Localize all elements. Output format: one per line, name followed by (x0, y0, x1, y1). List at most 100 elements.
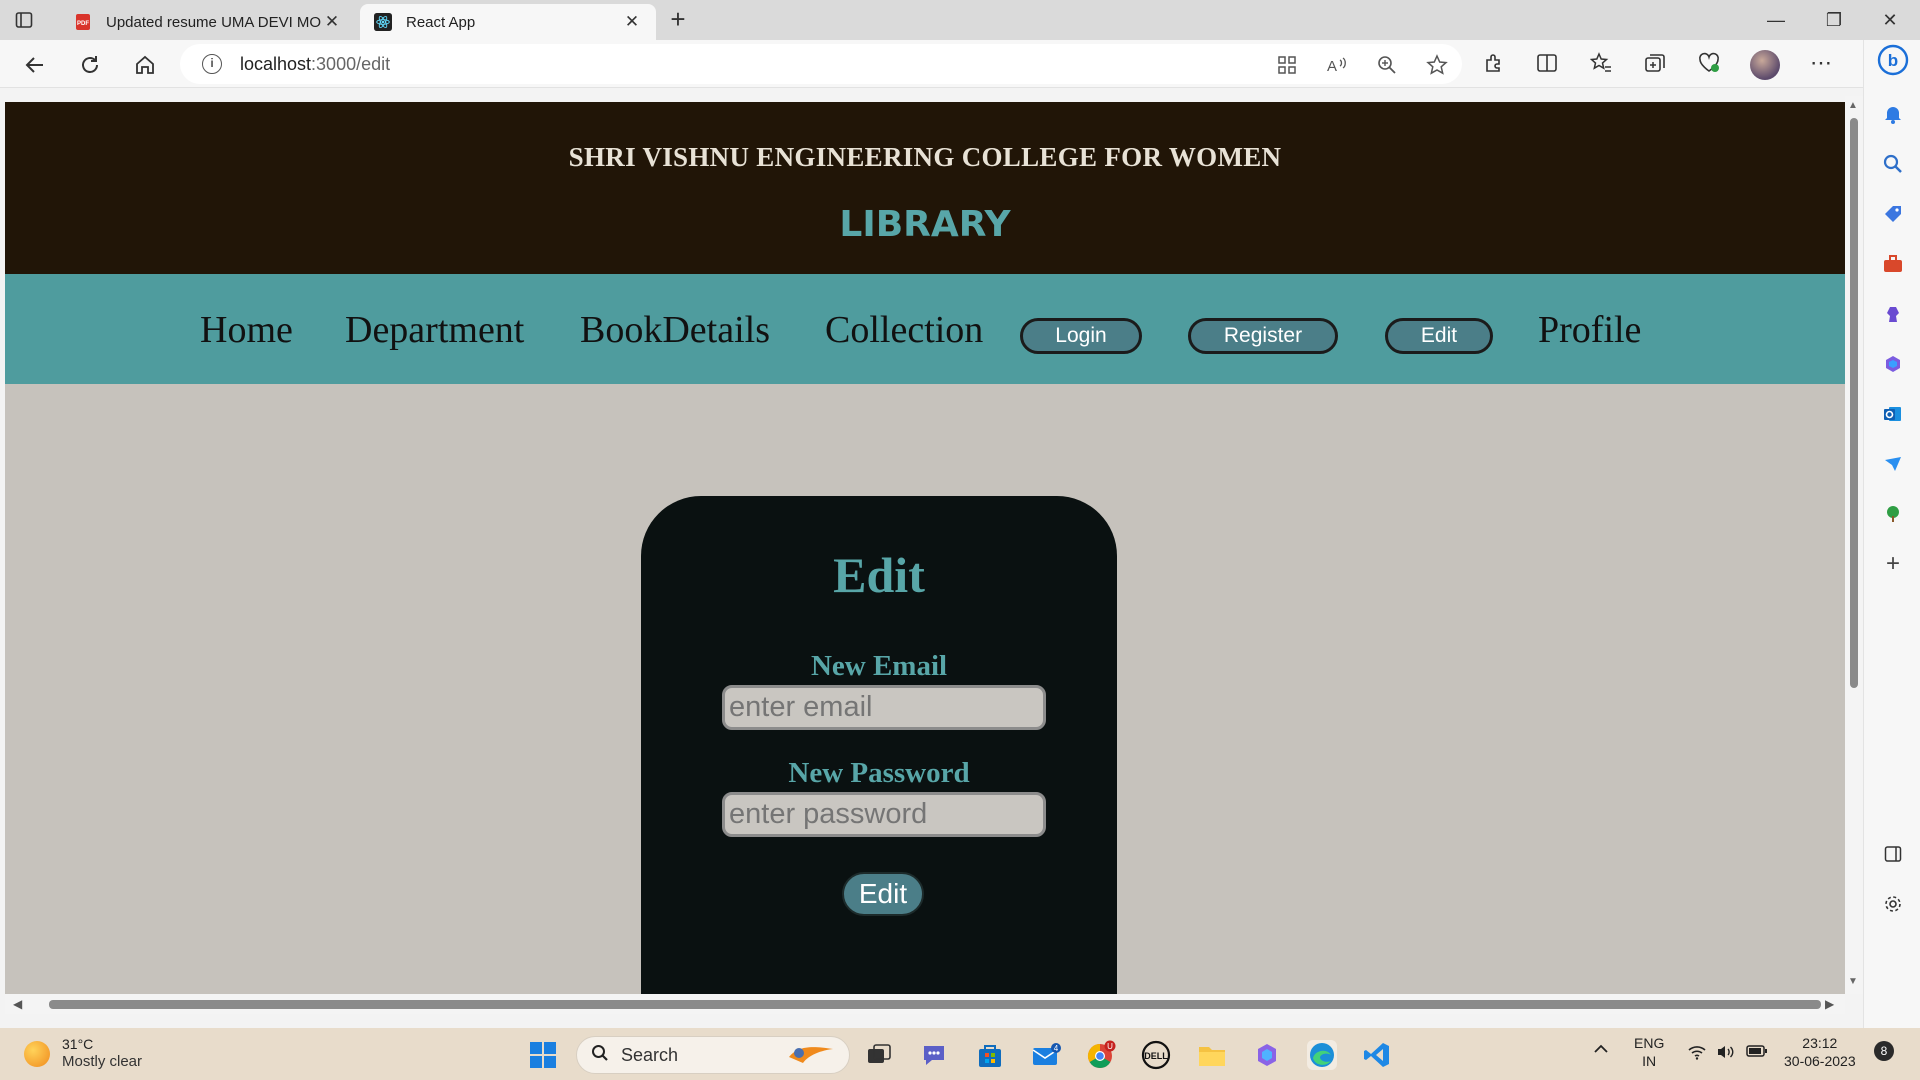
back-icon[interactable] (20, 50, 50, 80)
chrome-icon[interactable]: U (1086, 1040, 1116, 1070)
tab-title: Updated resume UMA DEVI MOHANTY (106, 13, 322, 31)
games-icon[interactable] (1881, 302, 1905, 326)
battery-icon[interactable] (1746, 1044, 1768, 1062)
nav-collection[interactable]: Collection (825, 308, 983, 352)
address-toolbar: i localhost:3000/edit A ⋯ (0, 40, 1920, 88)
edge-icon[interactable] (1307, 1040, 1337, 1070)
tree-icon[interactable] (1881, 502, 1905, 526)
nav-login-button[interactable]: Login (1020, 318, 1142, 354)
search-icon[interactable] (1881, 152, 1905, 176)
file-explorer-icon[interactable] (1197, 1040, 1227, 1070)
svg-text:U: U (1107, 1042, 1113, 1051)
nav-register-button[interactable]: Register (1188, 318, 1338, 354)
drop-send-icon[interactable] (1881, 452, 1905, 476)
site-info-icon[interactable]: i (202, 54, 222, 74)
favorite-star-icon[interactable] (1424, 52, 1450, 78)
zoom-icon[interactable] (1374, 52, 1400, 78)
url-text: localhost:3000/edit (240, 53, 391, 74)
svg-text:PDF: PDF (77, 21, 89, 27)
vertical-scrollbar[interactable]: ▲ ▼ (1845, 96, 1863, 994)
react-icon (374, 13, 392, 31)
search-label: Search (621, 1044, 679, 1065)
windows-start-icon[interactable] (528, 1040, 558, 1070)
split-screen-icon[interactable] (1534, 50, 1560, 76)
password-field[interactable] (722, 792, 1046, 837)
minimize-icon[interactable]: — (1748, 0, 1804, 40)
dell-icon[interactable]: DELL (1141, 1040, 1171, 1070)
favorites-icon[interactable] (1588, 50, 1614, 76)
notification-badge[interactable]: 8 (1874, 1041, 1894, 1061)
scroll-up-icon[interactable]: ▲ (1848, 100, 1858, 111)
scroll-down-icon[interactable]: ▼ (1848, 976, 1858, 987)
weather-widget[interactable]: 31°C Mostly clear (24, 1036, 142, 1071)
close-tab-icon[interactable]: ✕ (622, 12, 642, 32)
edit-form-card: Edit New Email New Password Edit (641, 496, 1117, 994)
windows-taskbar: 31°C Mostly clear Search 4 U DELL ENG IN… (0, 1028, 1920, 1080)
home-icon[interactable] (130, 50, 160, 80)
tab-title: React App (406, 13, 476, 31)
horizontal-scroll-thumb[interactable] (49, 1000, 1821, 1009)
task-view-icon[interactable] (864, 1040, 894, 1070)
restore-icon[interactable]: ❐ (1806, 0, 1862, 40)
shopping-tag-icon[interactable] (1881, 202, 1905, 226)
copilot-app-icon[interactable] (1252, 1040, 1282, 1070)
more-options-icon[interactable]: ⋯ (1808, 50, 1834, 76)
weather-temp: 31°C (62, 1036, 94, 1052)
email-label: New Email (810, 650, 948, 682)
extensions-icon[interactable] (1480, 50, 1506, 76)
store-icon[interactable] (975, 1040, 1005, 1070)
profile-avatar[interactable] (1750, 50, 1780, 80)
vertical-scroll-thumb[interactable] (1850, 118, 1858, 688)
close-tab-icon[interactable]: ✕ (322, 12, 342, 32)
password-label: New Password (788, 757, 970, 789)
email-field[interactable] (722, 685, 1046, 730)
tab-resume[interactable]: PDF Updated resume UMA DEVI MOHANTY ✕ (60, 4, 356, 40)
read-aloud-icon[interactable]: A (1324, 52, 1350, 78)
refresh-icon[interactable] (75, 50, 105, 80)
settings-gear-icon[interactable] (1881, 892, 1905, 916)
edge-sidebar: b + (1863, 40, 1920, 1074)
volume-icon[interactable] (1716, 1044, 1734, 1064)
teams-chat-icon[interactable] (919, 1040, 949, 1070)
browser-essentials-icon[interactable] (1696, 50, 1722, 76)
nav-department[interactable]: Department (345, 308, 524, 352)
add-sidebar-app-icon[interactable]: + (1881, 550, 1905, 577)
svg-text:b: b (1888, 51, 1898, 70)
wifi-icon[interactable] (1688, 1044, 1706, 1064)
nav-edit-button[interactable]: Edit (1385, 318, 1493, 354)
nav-home[interactable]: Home (200, 308, 293, 352)
tab-strip: PDF Updated resume UMA DEVI MOHANTY ✕ Re… (0, 0, 1920, 40)
scroll-left-icon[interactable]: ◀ (13, 997, 22, 1011)
nav-profile[interactable]: Profile (1538, 308, 1641, 352)
taskbar-search[interactable]: Search (576, 1036, 850, 1074)
edit-submit-button[interactable]: Edit (842, 872, 924, 916)
hide-sidebar-icon[interactable] (1881, 842, 1905, 866)
outlook-icon[interactable] (1881, 402, 1905, 426)
scroll-right-icon[interactable]: ▶ (1825, 997, 1834, 1011)
svg-text:A: A (1327, 58, 1337, 75)
show-hidden-icons-icon[interactable] (1592, 1042, 1610, 1060)
vscode-icon[interactable] (1362, 1040, 1392, 1070)
weather-desc: Mostly clear (62, 1053, 143, 1070)
mail-icon[interactable]: 4 (1031, 1040, 1061, 1070)
college-name: SHRI VISHNU ENGINEERING COLLEGE FOR WOME… (568, 142, 1282, 172)
site-header: SHRI VISHNU ENGINEERING COLLEGE FOR WOME… (5, 102, 1845, 274)
pdf-icon: PDF (74, 13, 92, 31)
close-window-icon[interactable]: ✕ (1862, 0, 1918, 40)
bing-copilot-icon[interactable]: b (1877, 44, 1909, 76)
tools-briefcase-icon[interactable] (1881, 252, 1905, 276)
main-nav: Home Department BookDetails Collection L… (5, 274, 1845, 384)
tab-react-app[interactable]: React App ✕ (360, 4, 656, 40)
search-icon (591, 1044, 609, 1067)
horizontal-scrollbar[interactable]: ◀ ▶ (5, 994, 1845, 1014)
collections-icon[interactable] (1642, 50, 1668, 76)
notifications-icon[interactable] (1881, 102, 1905, 126)
microsoft-365-icon[interactable] (1881, 352, 1905, 376)
nav-book-details[interactable]: BookDetails (580, 308, 770, 352)
apps-icon[interactable] (1274, 52, 1300, 78)
tab-actions-icon[interactable] (12, 8, 36, 32)
language-indicator[interactable]: ENG IN (1634, 1034, 1664, 1070)
clock[interactable]: 23:12 30-06-2023 (1784, 1034, 1856, 1070)
address-bar[interactable]: i localhost:3000/edit A (180, 44, 1462, 84)
new-tab-button[interactable]: + (664, 6, 692, 34)
